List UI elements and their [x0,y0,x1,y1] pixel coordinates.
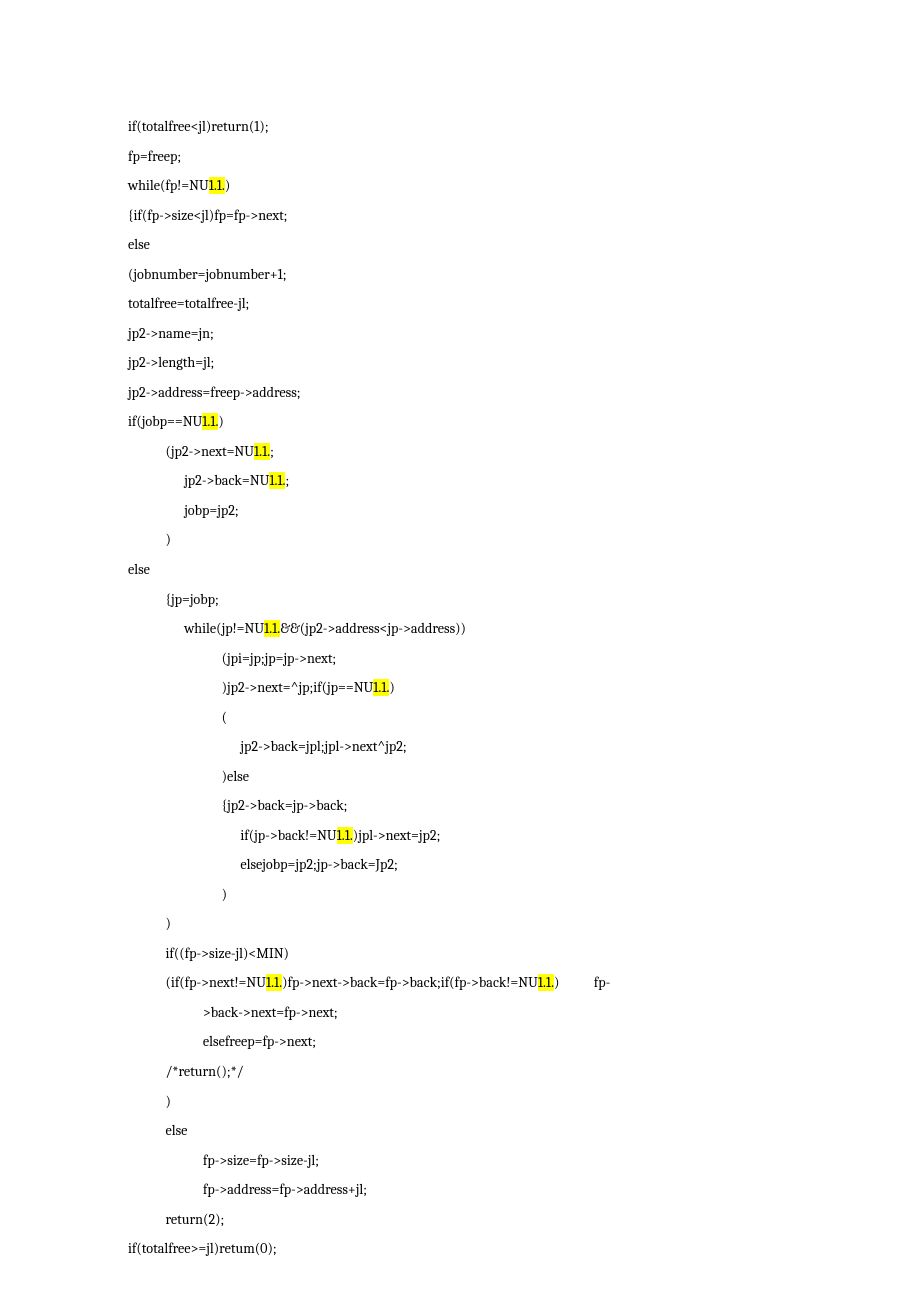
code-line: ) [128,880,800,910]
code-block: if(totalfree<jl)return(1);fp=freep;while… [128,112,800,1264]
code-line: jp2->name=jn; [128,319,800,349]
code-line: ) [128,525,800,555]
code-line: ) [128,1087,800,1117]
code-line: {jp2->back=jp->back; [128,791,800,821]
highlighted-text: 1.1. [266,974,282,991]
code-line: fp=freep; [128,142,800,172]
code-line: if(totalfree<jl)return(1); [128,112,800,142]
code-line: if((fp->size-jl)<MIN) [128,939,800,969]
code-line: ) [128,909,800,939]
highlighted-text: 1.1. [373,679,389,696]
document-page: if(totalfree<jl)return(1);fp=freep;while… [0,0,920,1301]
code-line: if(jobp==NU1.1.) [128,407,800,437]
code-line: elsefreep=fp->next; [128,1027,800,1057]
code-line: while(jp!=NU1.1.&&(jp2->address<jp->addr… [128,614,800,644]
code-line: elsejobp=jp2;jp->back=Jp2; [128,850,800,880]
code-line: fp->size=fp->size-jl; [128,1146,800,1176]
highlighted-text: 1.1. [269,472,285,489]
code-line: fp->address=fp->address+jl; [128,1175,800,1205]
highlighted-text: 1.1. [337,827,353,844]
code-line: )jp2->next=^jp;if(jp==NU1.1.) [128,673,800,703]
highlighted-text: 1.1. [209,177,225,194]
code-line: while(fp!=NU1.1.) [128,171,800,201]
code-line: jp2->address=freep->address; [128,378,800,408]
code-line: >back->next=fp->next; [128,998,800,1028]
code-line: else [128,230,800,260]
code-line: (jobnumber=jobnumber+1; [128,260,800,290]
code-line: jp2->back=jpl;jpl->next^jp2; [128,732,800,762]
highlighted-text: 1.1. [202,413,218,430]
code-line: totalfree=totalfree-jl; [128,289,800,319]
highlighted-text: 1.1. [538,974,554,991]
code-line: (jpi=jp;jp=jp->next; [128,644,800,674]
code-line: )else [128,762,800,792]
code-line: else [128,555,800,585]
code-line: ( [128,703,800,733]
code-line: return(2); [128,1205,800,1235]
code-line: {jp=jobp; [128,585,800,615]
code-line: jobp=jp2; [128,496,800,526]
code-line: jp2->length=jl; [128,348,800,378]
code-line: jp2->back=NU1.1.; [128,466,800,496]
code-line: /*return();*/ [128,1057,800,1087]
highlighted-text: 1.1. [264,620,280,637]
code-line: if(jp->back!=NU1.1.)jpl->next=jp2; [128,821,800,851]
code-line: (if(fp->next!=NU1.1.)fp->next->back=fp->… [128,968,800,998]
code-line: else [128,1116,800,1146]
code-line: {if(fp->size<jl)fp=fp->next; [128,201,800,231]
code-line: if(totalfree>=jl)retum(0); [128,1234,800,1264]
code-line: (jp2->next=NU1.1.; [128,437,800,467]
highlighted-text: 1.1. [254,443,270,460]
